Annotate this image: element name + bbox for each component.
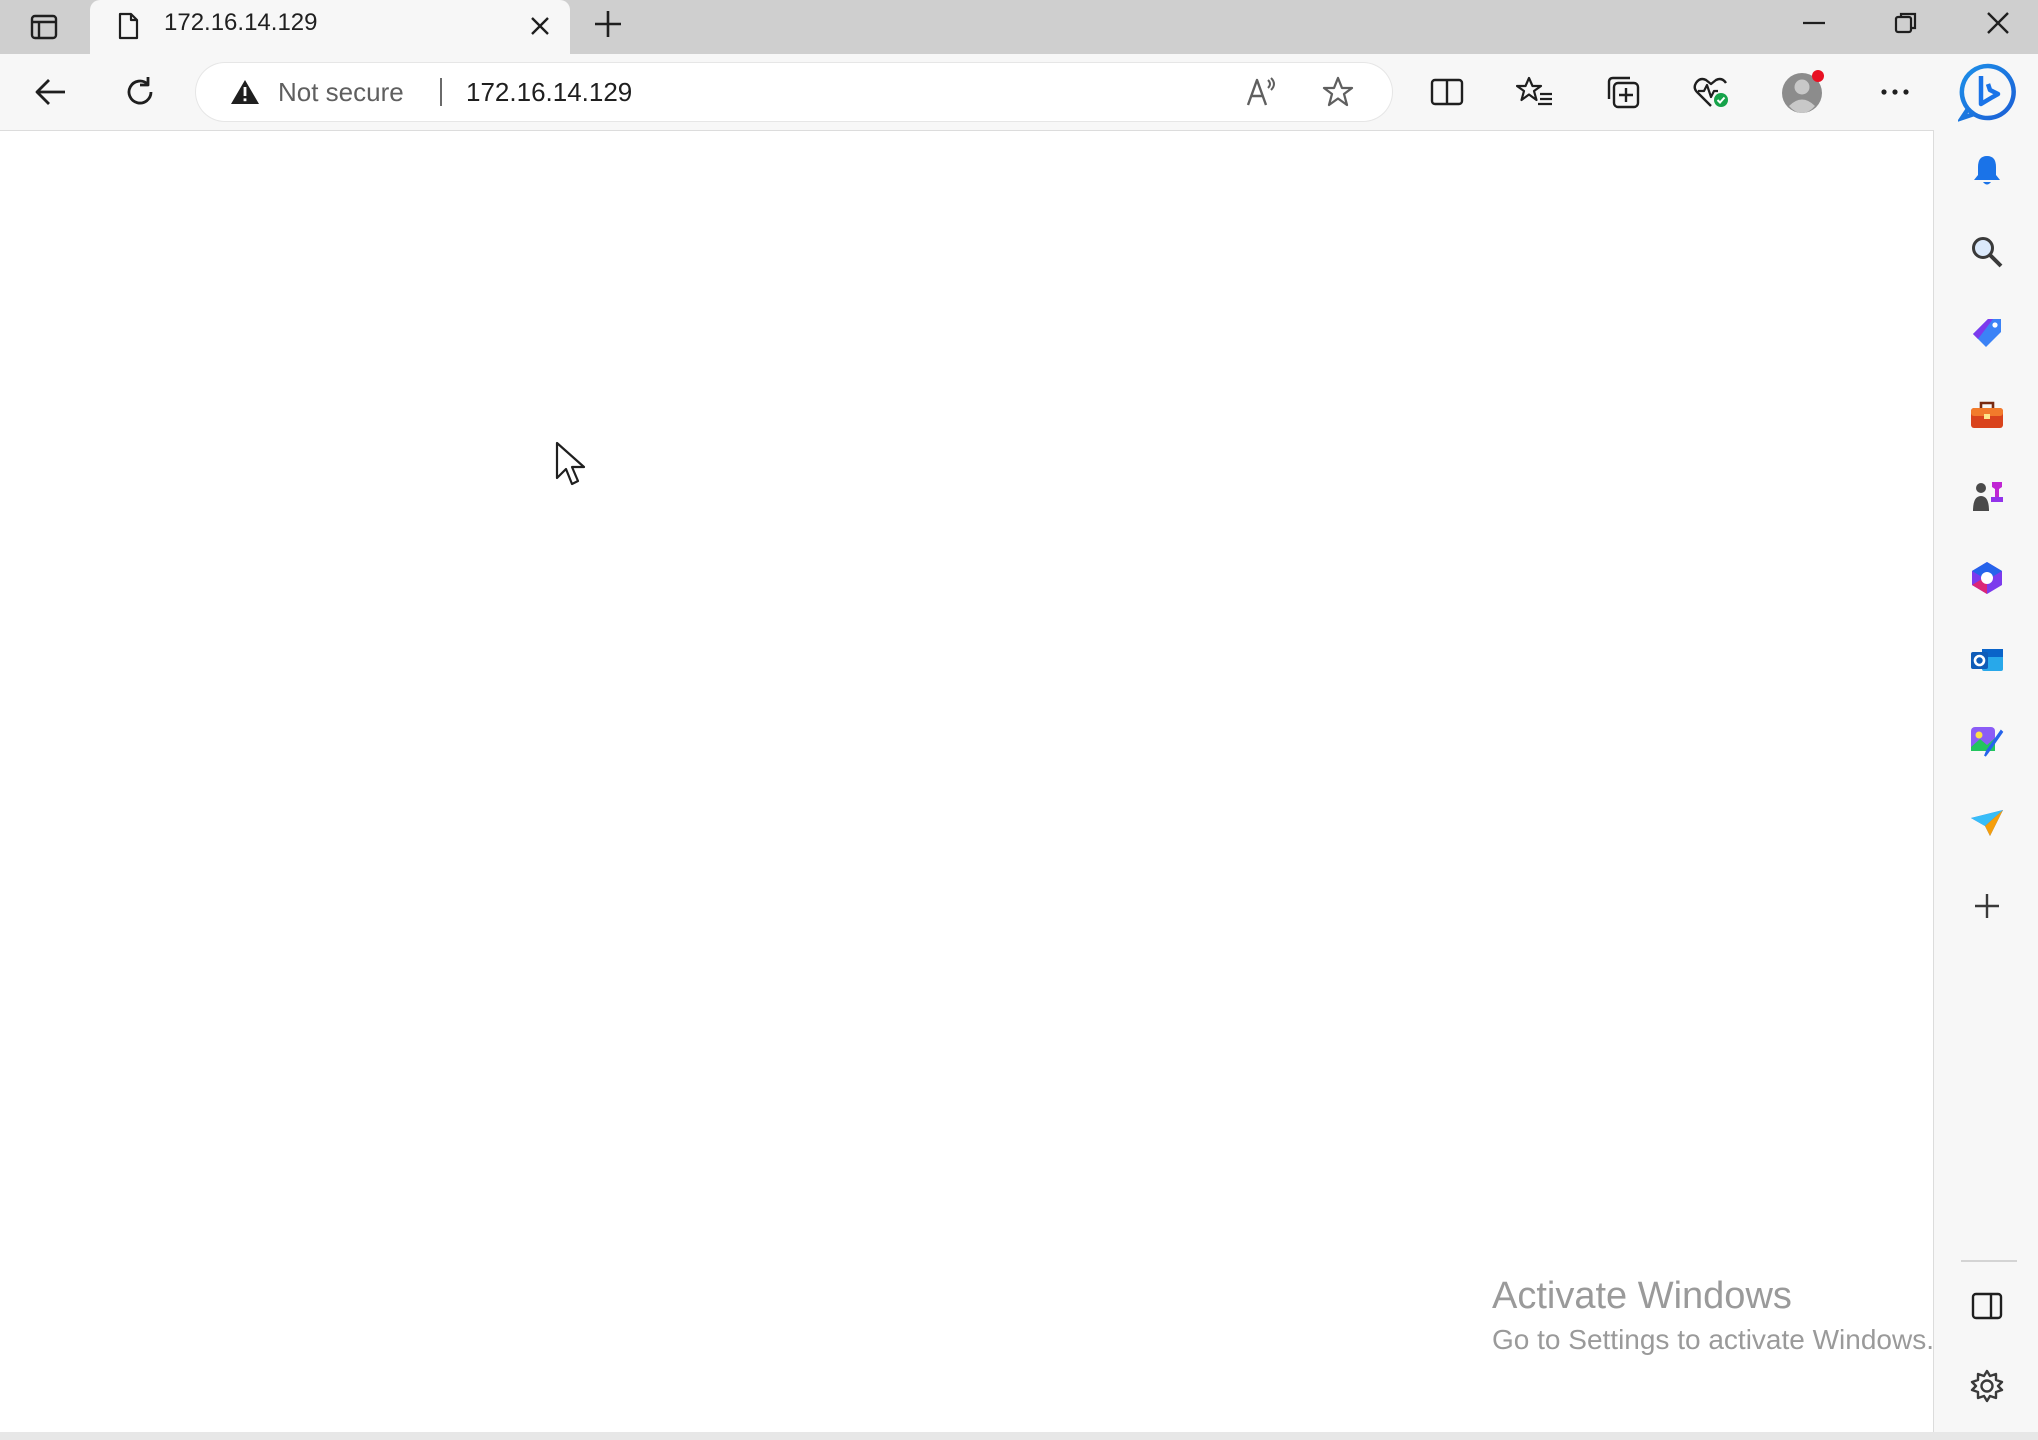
page-icon	[118, 12, 139, 40]
close-icon	[1987, 12, 2009, 34]
plus-icon	[595, 11, 621, 37]
tools-icon	[1971, 401, 2003, 428]
designer-icon	[1971, 727, 2004, 757]
add-sidebar-app-button[interactable]	[1959, 878, 2015, 934]
collections-icon	[1607, 76, 1640, 109]
restore-button[interactable]	[1860, 0, 1952, 46]
profile-button[interactable]	[1774, 63, 1832, 121]
read-aloud-button[interactable]	[1242, 72, 1282, 112]
search-icon	[1972, 237, 2003, 268]
window-bottom-edge	[0, 1432, 2038, 1440]
tab-close-button[interactable]	[522, 8, 558, 44]
games-button[interactable]	[1959, 468, 2015, 524]
new-tab-button[interactable]	[586, 2, 630, 46]
favorites-button[interactable]	[1506, 63, 1564, 121]
browser-essentials-button[interactable]	[1682, 63, 1740, 121]
more-icon	[1881, 89, 1909, 95]
tab-actions-button[interactable]	[0, 0, 88, 54]
sidebar-settings-button[interactable]	[1959, 1358, 2015, 1414]
url-text[interactable]: 172.16.14.129	[466, 63, 632, 121]
read-aloud-icon	[1246, 77, 1275, 106]
drop-icon	[1971, 810, 2003, 836]
address-bar[interactable]: Not secure 172.16.14.129	[196, 63, 1392, 121]
browser-toolbar: Not secure 172.16.14.129	[0, 54, 2038, 130]
settings-icon	[1970, 1369, 2004, 1403]
drop-button[interactable]	[1959, 795, 2015, 851]
browser-essentials-icon	[1693, 77, 1728, 107]
edge-sidebar	[1935, 130, 2038, 1432]
minimize-icon	[1803, 21, 1825, 25]
star-icon	[1322, 76, 1354, 107]
split-screen-icon	[1430, 78, 1464, 106]
more-button[interactable]	[1866, 63, 1924, 121]
tab-title: 172.16.14.129	[164, 9, 318, 36]
avatar	[1782, 70, 1824, 113]
watermark-title: Activate Windows	[1492, 1275, 1792, 1317]
notifications-icon	[1974, 156, 2000, 185]
microsoft-365-button[interactable]	[1959, 550, 2015, 606]
collections-button[interactable]	[1594, 63, 1652, 121]
notifications-button[interactable]	[1959, 142, 2015, 198]
close-icon	[531, 17, 549, 35]
outlook-button[interactable]	[1959, 632, 2015, 688]
shopping-button[interactable]	[1959, 305, 2015, 361]
activate-windows-watermark: Activate Windows Go to Settings to activ…	[1492, 1272, 2012, 1360]
designer-button[interactable]	[1959, 713, 2015, 769]
refresh-icon	[127, 77, 153, 105]
outlook-icon	[1971, 649, 2003, 671]
security-status[interactable]: Not secure	[278, 63, 404, 121]
warning-icon[interactable]	[230, 78, 260, 106]
watermark-subtitle: Go to Settings to activate Windows.	[1492, 1324, 1934, 1355]
back-button[interactable]	[22, 63, 80, 121]
restore-icon	[1894, 12, 1917, 34]
split-screen-button[interactable]	[1418, 63, 1476, 121]
games-icon	[1973, 482, 2003, 511]
page-content[interactable]	[0, 130, 1934, 1432]
close-window-button[interactable]	[1952, 0, 2038, 46]
add-icon	[1975, 894, 1999, 918]
search-button[interactable]	[1959, 224, 2015, 280]
mouse-cursor-icon	[555, 441, 586, 486]
favorites-icon	[1516, 76, 1552, 106]
divider	[440, 78, 442, 106]
sidebar-divider	[1961, 1260, 2017, 1262]
tab-actions-icon	[30, 14, 58, 40]
shopping-icon	[1973, 319, 2001, 347]
tools-button[interactable]	[1959, 387, 2015, 443]
active-tab[interactable]: 172.16.14.129	[90, 0, 570, 54]
title-bar: 172.16.14.129	[0, 0, 2038, 54]
back-arrow-icon	[35, 79, 65, 105]
add-favorite-button[interactable]	[1318, 72, 1358, 112]
refresh-button[interactable]	[111, 63, 169, 121]
bing-icon[interactable]	[1958, 62, 2018, 122]
minimize-button[interactable]	[1768, 0, 1860, 46]
microsoft-365-icon	[1972, 562, 2002, 594]
